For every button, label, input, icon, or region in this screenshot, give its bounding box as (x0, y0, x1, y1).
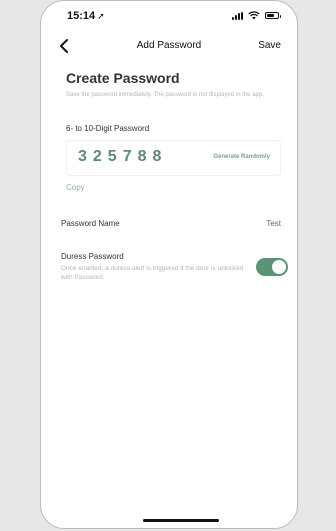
home-indicator[interactable] (143, 519, 219, 522)
battery-icon (265, 12, 281, 19)
password-name-value[interactable]: Test (266, 219, 281, 228)
password-name-label: Password Name (61, 219, 120, 228)
phone-screen: 15:14 ➚ Add Password Save Create Password… (40, 0, 298, 529)
password-hint: Save the password immediately. The passw… (66, 92, 264, 98)
save-button[interactable]: Save (258, 40, 281, 51)
status-bar: 15:14 ➚ (41, 1, 297, 29)
status-time: 15:14 ➚ (67, 10, 105, 22)
status-icons (232, 11, 281, 20)
password-field[interactable]: 325788 Generate Randomly (66, 140, 281, 176)
location-arrow-icon: ➚ (97, 11, 105, 21)
duress-password-toggle[interactable] (256, 258, 288, 276)
status-time-text: 15:14 (67, 10, 96, 22)
toggle-knob (272, 260, 286, 274)
password-length-label: 6- to 10-Digit Password (66, 124, 150, 133)
generate-randomly-button[interactable]: Generate Randomly (213, 154, 270, 160)
password-value: 325788 (78, 148, 168, 165)
nav-bar: Add Password Save (41, 34, 297, 58)
password-name-row[interactable]: Password Name Test (61, 219, 281, 233)
duress-password-description: Once enabled, a duress alert is triggere… (61, 265, 244, 281)
duress-password-title: Duress Password (61, 252, 124, 261)
wifi-icon (248, 11, 260, 20)
section-heading: Create Password (66, 70, 180, 86)
signal-icon (232, 11, 243, 20)
copy-button[interactable]: Copy (66, 183, 85, 192)
